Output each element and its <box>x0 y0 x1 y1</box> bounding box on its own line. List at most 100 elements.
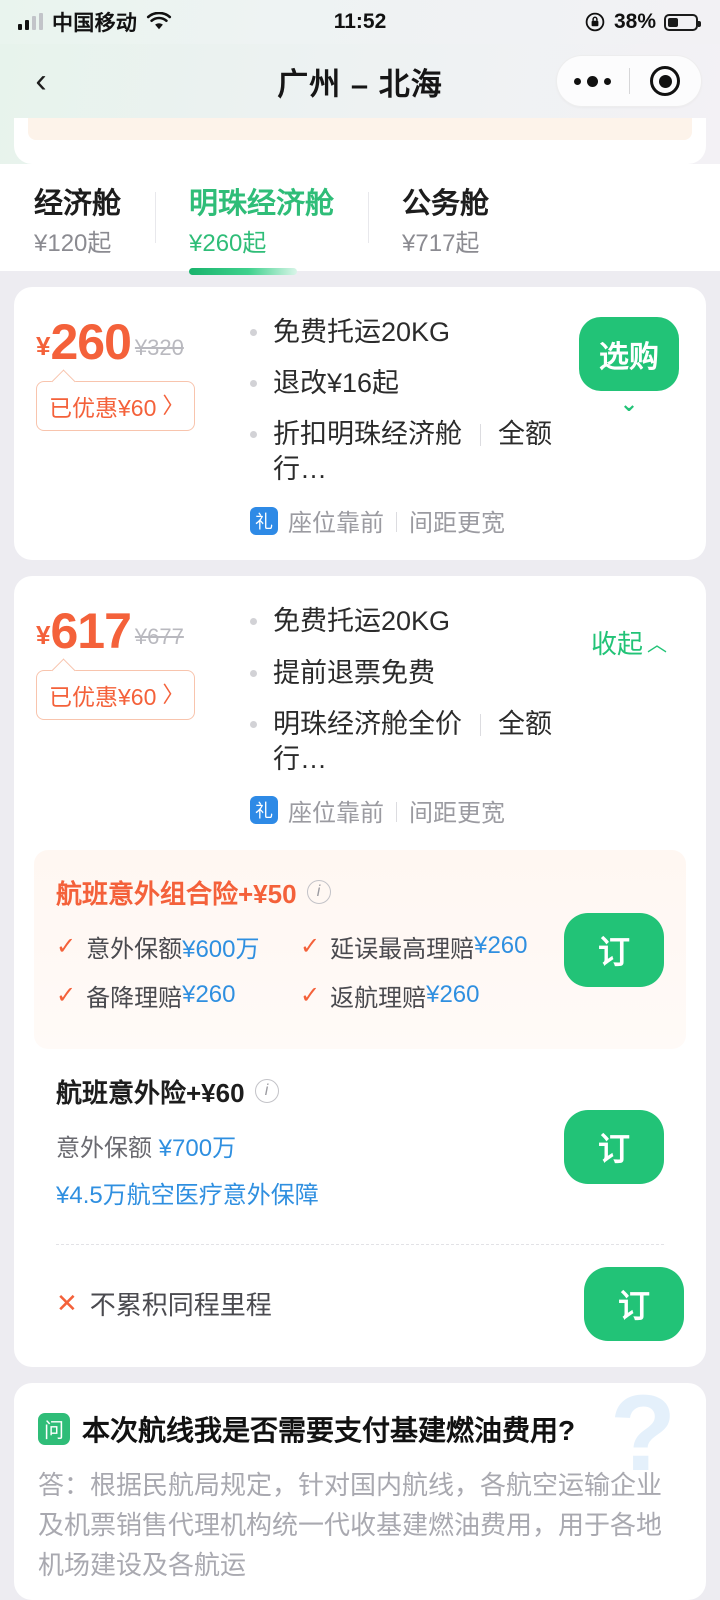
tab-cabin-1-indicator <box>189 268 298 276</box>
question-badge-icon: 问 <box>38 1412 70 1445</box>
wifi-icon <box>147 12 172 30</box>
back-button[interactable]: ‹ <box>18 58 64 104</box>
fare-perks-1: 礼 座位靠前 间距更宽 <box>250 793 574 828</box>
info-icon[interactable]: i <box>254 1079 279 1104</box>
mini-program-capsule[interactable] <box>556 55 702 107</box>
fare-price-0: 260 <box>50 314 131 371</box>
fare-price-1: 617 <box>50 603 131 660</box>
insurance-benefit-item: ✓ 意外保额 ¥600万 <box>56 929 300 964</box>
status-bar-right: 38% <box>584 10 701 34</box>
insurance-single-block[interactable]: 航班意外险+¥60 i 意外保额 ¥700万 ¥4.5万航空医疗意外保障 订 <box>34 1049 686 1244</box>
bullet-dot-icon <box>250 720 257 728</box>
insurance-single-title: 航班意外险+¥60 <box>56 1077 245 1108</box>
promo-banner-strip <box>28 118 692 140</box>
order-insurance-single-button[interactable]: 订 <box>564 1110 664 1185</box>
tab-cabin-1[interactable]: 明珠经济舱 ¥260起 <box>155 186 368 276</box>
fare-feature-item: 提前退票免费 <box>250 656 574 691</box>
check-icon: ✓ <box>56 932 77 960</box>
signal-bars-icon <box>18 13 43 30</box>
check-icon: ✓ <box>300 981 321 1009</box>
info-icon[interactable]: i <box>306 880 331 905</box>
discount-tag-1[interactable]: 已优惠¥60 〉 <box>36 670 196 721</box>
fare-feature-item: 明珠经济舱全价 全额行… <box>250 707 574 777</box>
order-mileage-button[interactable]: 订 <box>584 1266 684 1341</box>
cross-icon: ✕ <box>56 1288 78 1319</box>
partial-banner-card <box>14 118 706 164</box>
insurance-benefit-value: ¥260 <box>474 932 528 960</box>
faq-question-row: 问 本次航线我是否需要支付基建燃油费用? <box>38 1409 682 1449</box>
chevron-up-icon: ︿ <box>647 634 667 657</box>
chevron-right-icon: 〉 <box>162 393 185 419</box>
gift-badge-icon: 礼 <box>250 796 278 825</box>
select-fare-button[interactable]: 选购 ⌄ <box>579 317 679 415</box>
fare-feature-main: 免费托运20KG <box>273 317 451 348</box>
fare-perks-0: 礼 座位靠前 间距更宽 <box>250 503 574 538</box>
fare-price-column-0: ¥ 260 ¥320 已优惠¥60 〉 <box>36 313 236 538</box>
tab-cabin-2-price: ¥717起 <box>402 230 480 258</box>
insurance-benefit-label: 返航理赔 <box>330 984 427 1012</box>
insurance-benefit-item: ✓ 备降理赔 ¥260 <box>56 978 300 1013</box>
feature-divider <box>479 713 481 736</box>
faq-answer: 答：根据民航局规定，针对国内航线，各航空运输企业及机票销售代理机构统一代收基建燃… <box>38 1469 663 1581</box>
fare-card-1[interactable]: ¥ 617 ¥677 已优惠¥60 〉 免费托运20KG 提前退票免费 明珠经济 <box>14 576 706 1367</box>
tab-cabin-0[interactable]: 经济舱 ¥120起 <box>0 186 155 259</box>
insurance-benefit-item: ✓ 返航理赔 ¥260 <box>300 978 544 1013</box>
fare-card-0[interactable]: ¥ 260 ¥320 已优惠¥60 〉 免费托运20KG 退改¥16起 折扣明珠 <box>14 287 706 561</box>
insurance-benefit-label: 备降理赔 <box>86 984 183 1012</box>
insurance-single-value: ¥700万 <box>158 1134 237 1162</box>
fare-price-line-1: ¥ 617 ¥677 <box>36 606 236 656</box>
insurance-single-title-row: 航班意外险+¥60 i <box>56 1073 544 1110</box>
chevron-down-icon: ⌄ <box>619 391 639 417</box>
insurance-benefit-item: ✓ 延误最高理赔 ¥260 <box>300 929 544 964</box>
carrier-label: 中国移动 <box>52 12 138 35</box>
order-insurance-combo-button[interactable]: 订 <box>564 913 664 988</box>
discount-tag-label-0: 已优惠¥60 <box>49 395 157 422</box>
fare-features-0: 免费托运20KG 退改¥16起 折扣明珠经济舱 全额行… 礼 座位靠前 间距更宽 <box>236 313 574 538</box>
tab-cabin-2[interactable]: 公务舱 ¥717起 <box>368 186 523 259</box>
fare-features-1: 免费托运20KG 提前退票免费 明珠经济舱全价 全额行… 礼 座位靠前 间距更宽 <box>236 602 574 827</box>
gift-badge-icon: 礼 <box>250 506 278 535</box>
insurance-single-main: 航班意外险+¥60 i 意外保额 ¥700万 ¥4.5万航空医疗意外保障 <box>56 1073 544 1222</box>
feature-divider <box>479 424 481 447</box>
fare-action-column-0: 选购 ⌄ <box>574 313 684 538</box>
faq-card[interactable]: ? 问 本次航线我是否需要支付基建燃油费用? 答：根据民航局规定，针对国内航线，… <box>14 1382 706 1600</box>
tab-cabin-1-name: 明珠经济舱 <box>189 188 335 220</box>
fare-perk-label: 座位靠前 <box>288 799 384 827</box>
insurance-benefit-value: ¥600万 <box>182 935 260 963</box>
bullet-dot-icon <box>250 669 257 677</box>
insurance-single-line-2: ¥4.5万航空医疗意外保障 <box>56 1181 319 1209</box>
fare-row-0: ¥ 260 ¥320 已优惠¥60 〉 免费托运20KG 退改¥16起 折扣明珠 <box>14 287 706 560</box>
perk-divider <box>396 512 397 533</box>
check-icon: ✓ <box>300 932 321 960</box>
select-fare-button-label: 选购 <box>599 341 659 375</box>
insurance-benefit-label: 意外保额 <box>86 935 183 963</box>
fare-feature-main: 折扣明珠经济舱 <box>273 419 462 450</box>
discount-tag-label-1: 已优惠¥60 <box>49 684 157 711</box>
chevron-right-icon: 〉 <box>162 682 185 708</box>
collapse-fare-button[interactable]: 收起 ︿ <box>591 624 667 661</box>
fare-feature-item: 免费托运20KG <box>250 315 574 350</box>
fare-original-price-0: ¥320 <box>134 335 184 361</box>
tab-cabin-0-price: ¥120起 <box>34 230 112 258</box>
mileage-row: ✕ 不累积同程里程 订 <box>14 1245 706 1367</box>
fare-feature-main: 提前退票免费 <box>273 657 435 688</box>
fare-price-column-1: ¥ 617 ¥677 已优惠¥60 〉 <box>36 602 236 827</box>
fare-currency-0: ¥ <box>36 331 51 362</box>
fare-feature-main: 免费托运20KG <box>273 606 451 637</box>
target-circle-icon[interactable] <box>630 66 702 96</box>
fare-perk-label: 间距更宽 <box>409 799 505 827</box>
perk-divider <box>396 801 397 822</box>
fare-row-1: ¥ 617 ¥677 已优惠¥60 〉 免费托运20KG 提前退票免费 明珠经济 <box>14 576 706 849</box>
status-bar: 中国移动 11:52 38% <box>0 0 720 44</box>
faq-question: 本次航线我是否需要支付基建燃油费用? <box>82 1414 576 1446</box>
insurance-combo-block[interactable]: 航班意外组合险+¥50 i ✓ 意外保额 ¥600万 ✓ 延误最高理赔 ¥260… <box>34 849 686 1049</box>
bullet-dot-icon <box>250 618 257 626</box>
fare-perk-label: 座位靠前 <box>288 510 384 538</box>
more-dots-icon[interactable] <box>557 75 629 87</box>
nav-bar-wrapper: ‹ 广州 – 北海 <box>0 44 720 164</box>
fare-original-price-1: ¥677 <box>134 624 184 650</box>
fare-price-line-0: ¥ 260 ¥320 <box>36 317 236 367</box>
fare-feature-item: 退改¥16起 <box>250 366 574 401</box>
insurance-benefit-value: ¥260 <box>426 981 480 1009</box>
discount-tag-0[interactable]: 已优惠¥60 〉 <box>36 381 196 432</box>
